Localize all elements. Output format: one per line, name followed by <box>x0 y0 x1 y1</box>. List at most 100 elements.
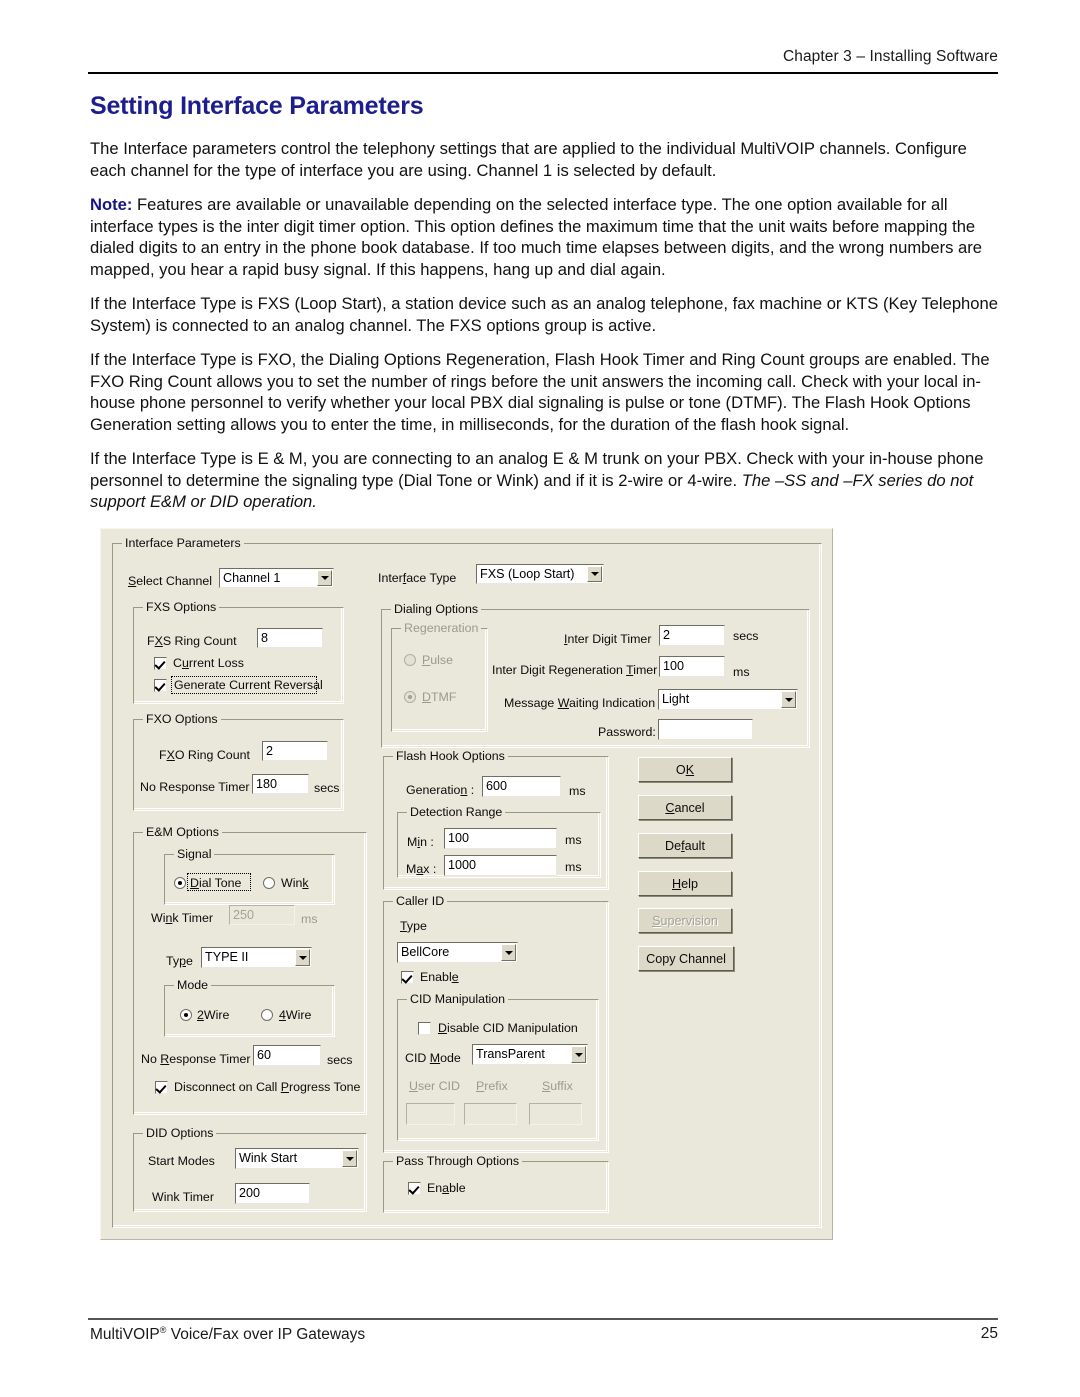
flash-hook-generation-input[interactable]: 600 <box>482 776 561 797</box>
password-label: Password: <box>598 725 656 739</box>
signal-dial-tone-label: Dial Tone <box>190 876 242 890</box>
fxo-no-response-timer-label: No Response Timer <box>140 780 250 794</box>
mwi-label: Message Waiting Indication <box>504 696 656 710</box>
note-label: Note: <box>90 195 133 214</box>
cid-manipulation-caption: CID Manipulation <box>407 992 509 1006</box>
regeneration-dtmf-radio <box>404 691 416 703</box>
dialing-options-caption: Dialing Options <box>391 602 482 616</box>
regeneration-group: Regeneration <box>391 621 488 732</box>
did-start-modes-value: Wink Start <box>239 1151 298 1165</box>
detection-min-label: Min : <box>407 835 434 849</box>
detection-min-input[interactable]: 100 <box>444 828 557 849</box>
footer-page-number: 25 <box>980 1325 998 1342</box>
did-wink-timer-input[interactable]: 200 <box>235 1183 310 1204</box>
page-title: Setting Interface Parameters <box>90 92 424 120</box>
inter-digit-timer-unit: secs <box>733 629 759 643</box>
regeneration-caption: Regeneration <box>401 621 482 635</box>
help-button[interactable]: Help <box>638 871 732 896</box>
chevron-down-icon[interactable] <box>501 944 516 961</box>
disable-cid-manipulation-checkbox[interactable] <box>418 1022 431 1035</box>
detection-max-input[interactable]: 1000 <box>444 855 557 876</box>
paragraph-note: Note: Features are available or unavaila… <box>90 194 998 280</box>
header-rule <box>88 72 998 74</box>
signal-dial-tone-radio[interactable] <box>174 877 186 889</box>
detection-min-value: 100 <box>448 831 470 845</box>
ok-button[interactable]: OK <box>638 757 732 782</box>
select-channel-combo[interactable]: Channel 1 <box>219 568 334 588</box>
pass-through-options-caption: Pass Through Options <box>393 1154 523 1168</box>
cancel-button[interactable]: Cancel <box>638 795 732 820</box>
chevron-down-icon[interactable] <box>571 1046 586 1063</box>
regeneration-pulse-label: Pulse <box>422 653 453 667</box>
flash-hook-generation-value: 600 <box>486 779 508 793</box>
did-start-modes-combo[interactable]: Wink Start <box>235 1148 359 1169</box>
disconnect-call-progress-checkbox[interactable] <box>155 1081 168 1094</box>
fxo-ring-count-input[interactable]: 2 <box>262 741 328 761</box>
chevron-down-icon[interactable] <box>295 949 310 966</box>
supervision-button: Supervision <box>638 908 732 933</box>
disconnect-call-progress-label: Disconnect on Call Progress Tone <box>174 1080 361 1094</box>
interface-type-combo[interactable]: FXS (Loop Start) <box>476 564 604 584</box>
paragraph-intro: The Interface parameters control the tel… <box>90 139 967 180</box>
em-no-response-timer-label: No Response Timer <box>141 1052 251 1066</box>
interface-type-value: FXS (Loop Start) <box>480 567 575 581</box>
chevron-down-icon[interactable] <box>587 566 602 582</box>
inter-digit-regen-input[interactable]: 100 <box>659 656 725 677</box>
pass-through-enable-checkbox[interactable] <box>408 1182 421 1195</box>
mode-4wire-label: 4Wire <box>279 1008 312 1022</box>
fxo-no-response-timer-input[interactable]: 180 <box>252 774 309 794</box>
inter-digit-regen-unit: ms <box>733 665 750 679</box>
paragraph-fxs: If the Interface Type is FXS (Loop Start… <box>90 294 998 335</box>
em-type-value: TYPE II <box>205 950 249 964</box>
caller-id-enable-checkbox[interactable] <box>401 971 414 984</box>
cid-mode-combo[interactable]: TransParent <box>472 1044 588 1065</box>
em-options-caption: E&M Options <box>143 825 222 839</box>
fxs-ring-count-input[interactable]: 8 <box>257 628 323 648</box>
fxo-ring-count-label: FXO Ring Count <box>159 748 250 762</box>
detection-max-unit: ms <box>565 860 582 874</box>
fxs-options-caption: FXS Options <box>143 600 220 614</box>
user-cid-label: User CID <box>409 1079 460 1093</box>
chevron-down-icon[interactable] <box>781 691 796 708</box>
password-input[interactable] <box>658 719 753 740</box>
copy-channel-button[interactable]: Copy Channel <box>638 946 734 971</box>
interface-parameters-dialog: Interface Parameters Select Channel Chan… <box>100 528 833 1240</box>
chevron-down-icon[interactable] <box>317 570 332 586</box>
detection-min-unit: ms <box>565 833 582 847</box>
em-no-response-timer-input[interactable]: 60 <box>253 1045 321 1066</box>
cid-mode-value: TransParent <box>476 1047 545 1061</box>
inter-digit-regen-value: 100 <box>663 659 685 673</box>
em-no-response-timer-unit: secs <box>327 1053 353 1067</box>
did-wink-timer-value: 200 <box>239 1186 261 1200</box>
supervision-button-label: Supervision <box>652 913 718 928</box>
help-button-label: Help <box>672 876 698 891</box>
em-type-combo[interactable]: TYPE II <box>201 947 312 968</box>
select-channel-value: Channel 1 <box>223 571 281 585</box>
document-page: Chapter 3 – Installing Software Setting … <box>0 0 1080 1397</box>
signal-wink-label: Wink <box>281 876 309 890</box>
current-loss-checkbox[interactable] <box>154 657 167 670</box>
did-options-caption: DID Options <box>143 1126 217 1140</box>
cancel-button-label: Cancel <box>665 800 705 815</box>
suffix-label: Suffix <box>542 1079 573 1093</box>
caller-id-enable-label: Enable <box>420 970 459 984</box>
em-no-response-timer-value: 60 <box>257 1048 272 1062</box>
interface-type-label: Interface Type <box>378 571 457 585</box>
signal-wink-radio[interactable] <box>263 877 275 889</box>
footer-rule <box>88 1318 998 1320</box>
mode-4wire-radio[interactable] <box>261 1009 273 1021</box>
chevron-down-icon[interactable] <box>342 1150 357 1167</box>
generate-current-reversal-checkbox[interactable] <box>154 679 167 692</box>
caller-id-type-value: BellCore <box>401 945 450 959</box>
caller-id-type-combo[interactable]: BellCore <box>397 942 518 963</box>
em-type-label: Type <box>166 954 193 968</box>
did-start-modes-label: Start Modes <box>148 1154 215 1168</box>
did-wink-timer-label: Wink Timer <box>152 1190 214 1204</box>
default-button[interactable]: Default <box>638 833 732 858</box>
inter-digit-timer-input[interactable]: 2 <box>659 625 725 646</box>
fxo-ring-count-value: 2 <box>266 744 274 758</box>
mode-2wire-radio[interactable] <box>180 1009 192 1021</box>
regeneration-pulse-radio <box>404 654 416 666</box>
caller-id-type-label: Type <box>400 919 427 933</box>
mwi-combo[interactable]: Light <box>658 689 798 710</box>
